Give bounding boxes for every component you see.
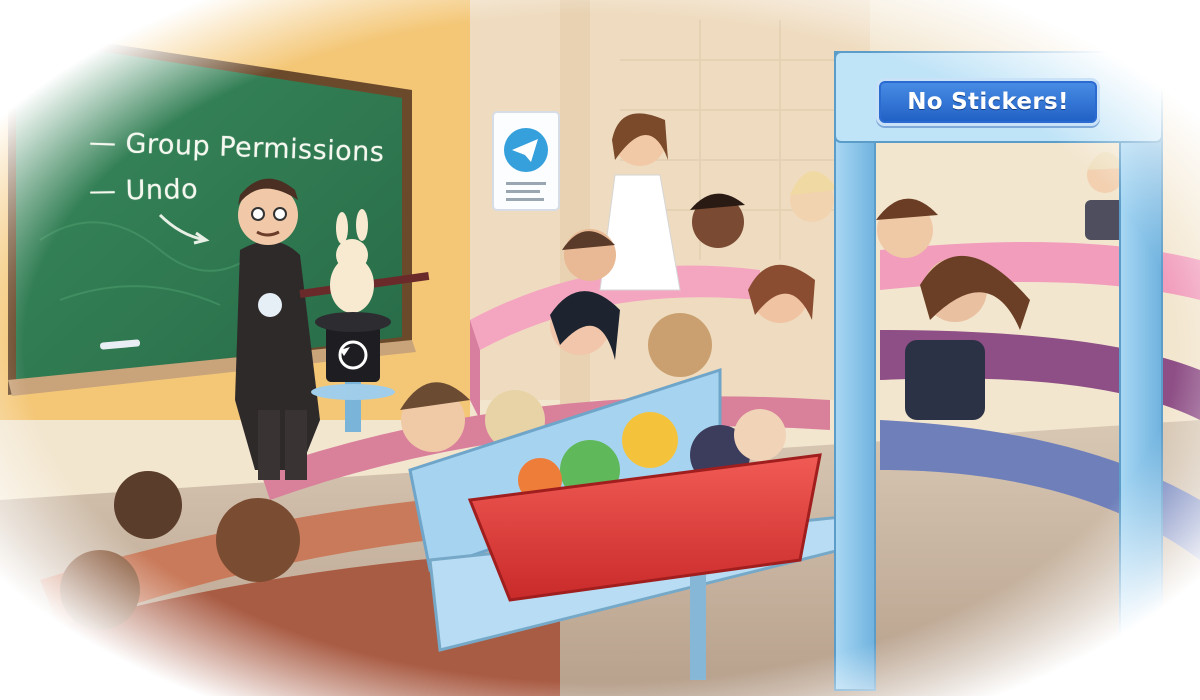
no-stickers-sign: No Stickers!	[876, 78, 1100, 126]
chalkboard-line-undo: — Undo	[88, 174, 199, 207]
classroom-illustration: — Group Permissions — Undo No Stickers!	[0, 0, 1200, 696]
sign-text: No Stickers!	[907, 89, 1069, 115]
